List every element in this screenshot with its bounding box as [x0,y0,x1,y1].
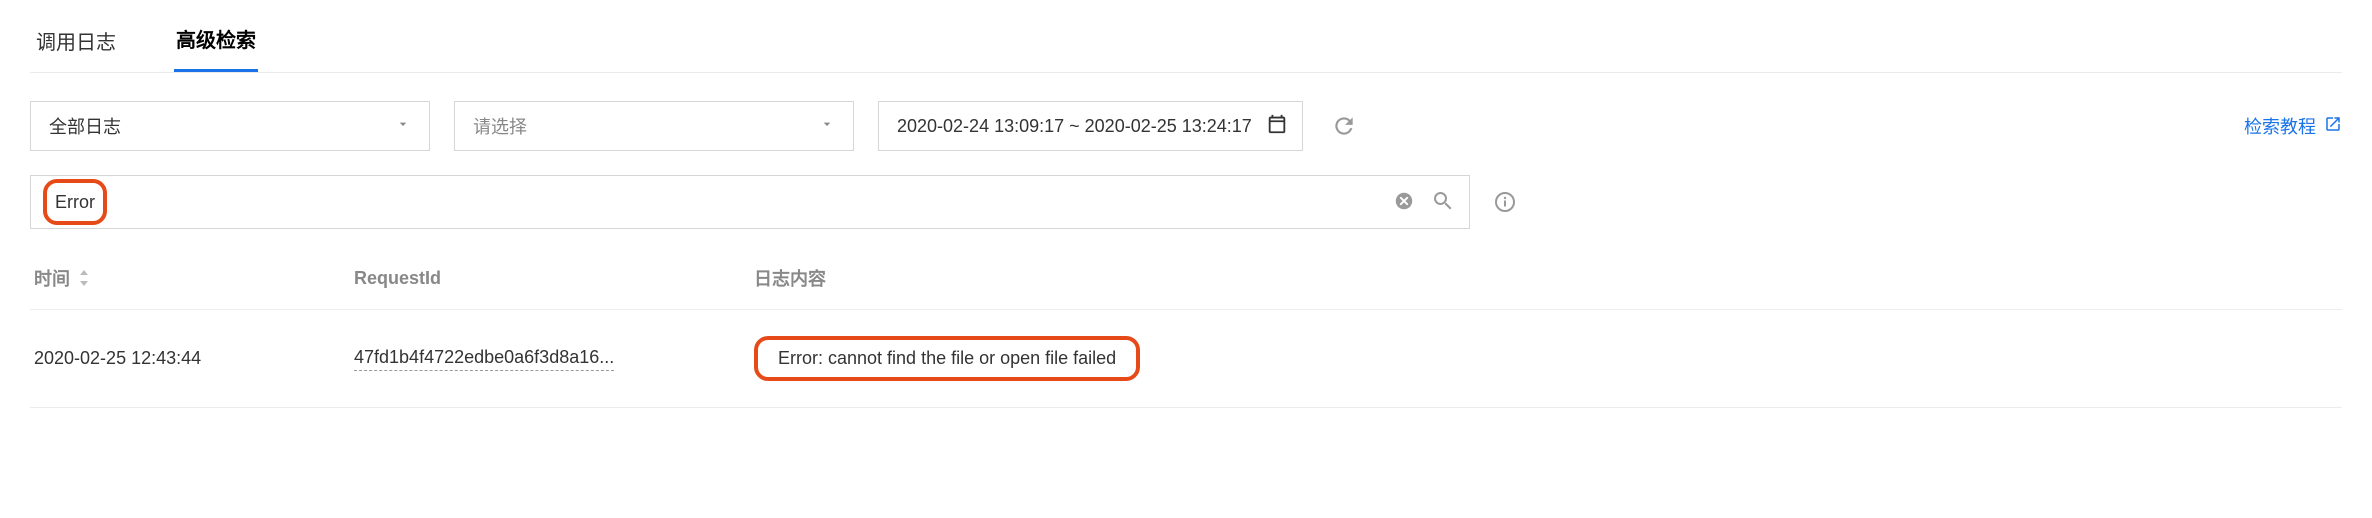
search-row: Error [30,151,2342,229]
request-id-text: 47fd1b4f4722edbe0a6f3d8a16... [354,347,614,371]
table-header: 时间 RequestId 日志内容 [30,265,2342,310]
sort-icon [78,270,90,286]
log-content-highlight: Error: cannot find the file or open file… [754,336,1140,381]
refresh-button[interactable] [1327,109,1361,143]
search-input[interactable]: Error [30,175,1470,229]
help-link[interactable]: 检索教程 [2244,113,2342,139]
cell-content: Error: cannot find the file or open file… [754,336,2338,381]
log-scope-select[interactable]: 全部日志 [30,101,430,151]
col-header-request-id: RequestId [354,268,754,289]
category-select-placeholder: 请选择 [473,113,527,139]
search-icon[interactable] [1431,189,1455,216]
table-row: 2020-02-25 12:43:44 47fd1b4f4722edbe0a6f… [30,310,2342,408]
filter-bar: 全部日志 请选择 2020-02-24 13:09:17 ~ 2020-02-2… [30,73,2342,151]
col-header-time[interactable]: 时间 [34,265,354,291]
calendar-icon [1266,113,1288,140]
col-header-content: 日志内容 [754,265,2338,291]
external-link-icon [2324,115,2342,138]
search-term-text: Error [55,192,95,213]
clear-icon[interactable] [1393,190,1415,215]
cell-request-id[interactable]: 47fd1b4f4722edbe0a6f3d8a16... [354,347,754,371]
results-table: 时间 RequestId 日志内容 2020-02-25 12:43:44 47… [30,229,2342,408]
help-link-label: 检索教程 [2244,113,2316,139]
caret-down-icon [395,116,411,137]
tabs: 调用日志 高级检索 [30,0,2342,73]
date-range-value: 2020-02-24 13:09:17 ~ 2020-02-25 13:24:1… [897,116,1252,137]
log-content-text: Error: cannot find the file or open file… [778,348,1116,369]
tab-advanced-search[interactable]: 高级检索 [174,24,258,72]
cell-time: 2020-02-25 12:43:44 [34,348,354,369]
info-icon[interactable] [1488,185,1522,219]
category-select[interactable]: 请选择 [454,101,854,151]
search-term-highlight: Error [43,179,107,225]
date-range-picker[interactable]: 2020-02-24 13:09:17 ~ 2020-02-25 13:24:1… [878,101,1303,151]
tab-call-log[interactable]: 调用日志 [34,26,118,71]
caret-down-icon [819,116,835,137]
log-scope-value: 全部日志 [49,113,121,139]
col-header-time-label: 时间 [34,265,70,291]
